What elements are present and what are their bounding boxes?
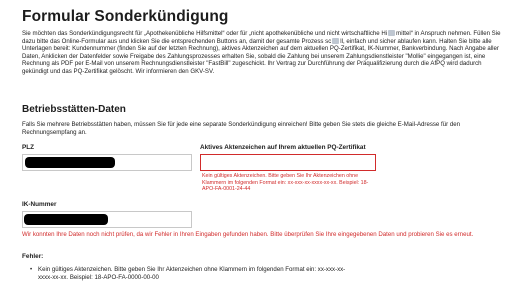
redacted-ik-value	[24, 214, 108, 225]
page-title: Formular Sonderkündigung	[22, 8, 229, 25]
ik-label: IK-Nummer	[22, 201, 57, 208]
section-title: Betriebsstätten-Daten	[22, 104, 126, 115]
redacted-plz-value	[25, 157, 115, 168]
error-item: Kein gültiges Aktenzeichen. Bitte geben …	[30, 266, 358, 282]
intro-part-1: Sie möchten das Sonderkündigungsrecht fü…	[22, 30, 388, 37]
plz-label: PLZ	[22, 144, 35, 151]
form-error-message: Wir konnten Ihre Daten noch nicht prüfen…	[22, 231, 474, 238]
aktenzeichen-error: Kein gültiges Aktenzeichen. Bitte geben …	[202, 173, 369, 193]
intro-text: Sie möchten das Sonderkündigungsrecht fü…	[22, 30, 502, 76]
errors-list: Kein gültiges Aktenzeichen. Bitte geben …	[30, 266, 358, 282]
aktenzeichen-label: Aktives Aktenzeichen auf Ihrem aktuellen…	[200, 144, 366, 151]
aktenzeichen-input[interactable]	[200, 154, 376, 171]
redaction-icon	[388, 30, 396, 36]
section-description: Falls Sie mehrere Betriebsstätten haben,…	[22, 121, 460, 136]
form-page: Formular Sonderkündigung Sie möchten das…	[0, 0, 516, 290]
errors-heading: Fehler:	[22, 253, 44, 260]
redaction-icon	[332, 37, 340, 44]
